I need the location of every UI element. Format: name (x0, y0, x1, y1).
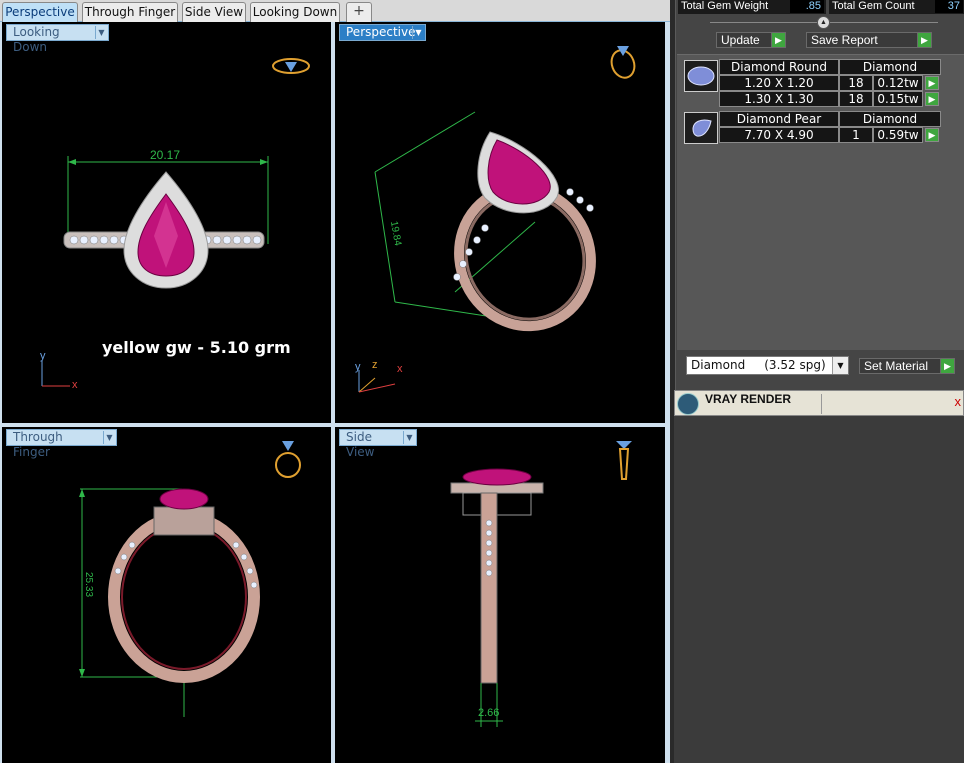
tab-perspective[interactable]: Perspective (2, 2, 78, 22)
gem-size: 1.30 X 1.30 (719, 91, 839, 107)
gem-count: 1 (839, 127, 873, 143)
dimension-label: 20.17 (150, 148, 181, 162)
chevron-down-icon[interactable]: ▼ (832, 357, 848, 374)
viewport-label-through-finger[interactable]: Through Finger ▼ (6, 429, 117, 459)
viewport-side-view[interactable]: Side View ▼ 2.66 (335, 427, 665, 763)
view-cube-icon[interactable] (605, 42, 641, 82)
axis-y-label: y (355, 361, 361, 373)
play-arrow-icon[interactable]: ▶ (925, 76, 939, 90)
vray-render-panel-header: VRAY RENDER x (674, 390, 964, 416)
gem-count: 18 (839, 91, 873, 107)
gem-count: 18 (839, 75, 873, 91)
view-tab-strip: Perspective Through Finger Side View Loo… (0, 0, 670, 22)
tab-looking-down[interactable]: Looking Down (250, 2, 340, 22)
material-select-value: Diamond (3.52 spg) (691, 358, 826, 372)
set-material-button-label: Set Material (864, 359, 929, 373)
viewport-looking-down[interactable]: Looking Down ▼ 20.17 yellow gw - 5.10 grm… (2, 22, 331, 423)
play-arrow-icon: ▶ (771, 33, 785, 47)
gem-material: Diamond (839, 111, 941, 127)
total-gem-weight-label: Total Gem Weight (681, 0, 769, 12)
save-report-button[interactable]: Save Report ▶ (806, 32, 932, 48)
axis-x-label: x (72, 379, 78, 391)
add-tab-button[interactable]: + (346, 2, 372, 22)
material-select[interactable]: Diamond (3.52 spg) ▼ (686, 356, 849, 375)
gem-weight: 0.12tw (873, 75, 923, 91)
gem-size: 1.20 X 1.20 (719, 75, 839, 91)
vray-render-area (674, 416, 964, 763)
vray-logo-icon (677, 393, 699, 415)
dimension-label: 2.66 (478, 707, 500, 719)
update-button-label: Update (721, 33, 760, 47)
viewport-label-perspective[interactable]: Perspective ▼ (339, 24, 426, 41)
tab-through-finger[interactable]: Through Finger (82, 2, 178, 22)
view-cube-icon[interactable] (611, 435, 637, 485)
vray-render-title: VRAY RENDER (705, 392, 792, 406)
header-divider (821, 394, 822, 414)
viewport-through-finger[interactable]: Through Finger ▼ 25.33 (2, 427, 331, 763)
gem-size: 7.70 X 4.90 (719, 127, 839, 143)
play-arrow-icon[interactable]: ▶ (925, 128, 939, 142)
chevron-down-icon[interactable]: ▼ (412, 26, 424, 39)
viewport-perspective[interactable]: Perspective ▼ 19.84 y z x (335, 22, 665, 423)
diamond-pear-thumbnail[interactable] (684, 112, 718, 144)
total-gem-count: Total Gem Count 37 (829, 0, 964, 14)
gem-name: Diamond Pear (719, 111, 839, 127)
chevron-down-icon[interactable]: ▼ (103, 431, 115, 444)
gem-name: Diamond Round (719, 59, 839, 75)
view-cube-icon[interactable] (270, 435, 306, 483)
total-gem-count-value: 37 (935, 0, 963, 13)
tab-side-view[interactable]: Side View (182, 2, 246, 22)
dimension-label: 25.33 (83, 571, 95, 598)
gem-material: Diamond (839, 59, 941, 75)
save-report-button-label: Save Report (811, 33, 878, 47)
diamond-round-thumbnail[interactable] (684, 60, 718, 92)
total-gem-count-label: Total Gem Count (832, 0, 915, 12)
viewport-label-text: Perspective (346, 25, 416, 39)
gem-weight: 0.15tw (873, 91, 923, 107)
axis-y-label: y (40, 350, 46, 362)
close-icon[interactable]: x (955, 394, 962, 409)
set-material-button[interactable]: Set Material ▶ (859, 358, 955, 374)
view-cube-icon[interactable] (270, 54, 312, 78)
viewport-label-looking-down[interactable]: Looking Down ▼ (6, 24, 109, 54)
play-arrow-icon: ▶ (917, 33, 931, 47)
update-button[interactable]: Update ▶ (716, 32, 786, 48)
total-gem-weight-value: .85 (790, 0, 824, 13)
collapse-up-icon[interactable]: ▲ (817, 16, 830, 29)
viewport-label-text: Side View (346, 430, 375, 459)
chevron-down-icon[interactable]: ▼ (403, 431, 415, 444)
axis-x-label: x (397, 363, 403, 375)
weight-note: yellow gw - 5.10 grm (102, 338, 291, 357)
total-gem-weight: Total Gem Weight .85 (678, 0, 826, 14)
dimension-lines (475, 683, 503, 727)
play-arrow-icon[interactable]: ▶ (925, 92, 939, 106)
viewport-label-side-view[interactable]: Side View ▼ (339, 429, 417, 459)
chevron-down-icon[interactable]: ▼ (95, 26, 107, 39)
play-arrow-icon: ▶ (940, 359, 954, 373)
gem-weight: 0.59tw (873, 127, 923, 143)
axis-z-label: z (372, 359, 378, 371)
viewport-grid: Looking Down ▼ 20.17 yellow gw - 5.10 grm… (0, 22, 670, 763)
